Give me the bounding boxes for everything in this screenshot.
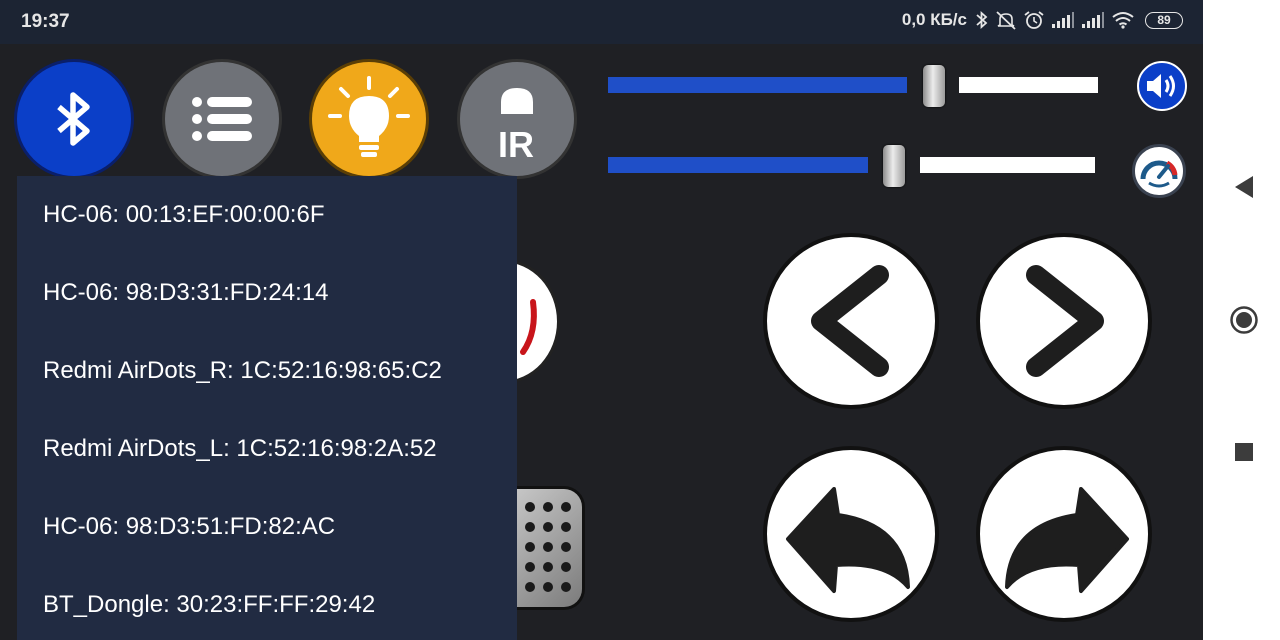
status-time: 19:37 [21, 11, 70, 32]
device-item[interactable]: Redmi AirDots_R: 1C:52:16:98:65:C2 [17, 332, 517, 410]
device-item[interactable]: HC-06: 98:D3:51:FD:82:AC [17, 488, 517, 566]
volume-slider-thumb[interactable] [923, 65, 945, 107]
turn-left-button[interactable] [763, 446, 939, 622]
turn-left-icon [786, 487, 910, 593]
menu-button[interactable] [165, 62, 279, 176]
recents-icon[interactable] [1229, 437, 1259, 467]
lightbulb-icon [328, 76, 410, 157]
volume-button[interactable] [1137, 61, 1187, 111]
status-icons: 0,0 КБ/с 89 [902, 10, 1183, 30]
back-icon[interactable] [1229, 172, 1259, 202]
speedometer-icon [1140, 160, 1178, 188]
device-item[interactable]: HC-06: 00:13:EF:00:00:6F [17, 176, 517, 254]
ir-button[interactable]: IR [460, 62, 574, 176]
bluetooth-button[interactable] [17, 62, 131, 176]
speed-slider-fill [608, 157, 868, 173]
turn-right-button[interactable] [976, 446, 1152, 622]
signal-icon [1082, 12, 1104, 28]
network-speed: 0,0 КБ/с [901, 10, 967, 29]
light-button[interactable] [312, 62, 426, 176]
speaker-icon [1147, 74, 1175, 98]
signal-icon [1052, 12, 1074, 28]
alarm-icon [1024, 11, 1044, 29]
volume-slider-track [959, 77, 1098, 93]
device-item[interactable]: HC-06: 98:D3:31:FD:24:14 [17, 254, 517, 332]
ir-label: IR [498, 124, 534, 165]
chevron-left-icon [811, 265, 889, 377]
right-button[interactable] [976, 233, 1152, 409]
device-list-dropdown: HC-06: 00:13:EF:00:00:6F HC-06: 98:D3:31… [17, 176, 517, 640]
turn-right-icon [1005, 487, 1129, 593]
speed-slider-track [920, 157, 1095, 173]
device-item[interactable]: Redmi AirDots_L: 1C:52:16:98:2A:52 [17, 410, 517, 488]
status-bar: 19:37 0,0 КБ/с 89 [0, 0, 1203, 44]
speed-slider-thumb[interactable] [883, 145, 905, 187]
bluetooth-icon [57, 92, 90, 146]
left-button[interactable] [763, 233, 939, 409]
volume-slider[interactable] [608, 44, 1098, 107]
volume-slider-fill [608, 77, 907, 93]
wifi-icon [1112, 12, 1134, 29]
device-item[interactable]: BT_Dongle: 30:23:FF:FF:29:42 [17, 566, 517, 640]
bluetooth-icon [976, 10, 988, 30]
speed-button[interactable] [1132, 144, 1186, 198]
navigation-bar [1203, 0, 1280, 640]
home-icon[interactable] [1229, 305, 1259, 335]
mute-icon [996, 11, 1016, 30]
chevron-right-icon [1026, 265, 1104, 377]
list-icon [192, 97, 252, 141]
battery-icon: 89 [1145, 11, 1183, 29]
speed-slider[interactable] [608, 124, 1095, 187]
